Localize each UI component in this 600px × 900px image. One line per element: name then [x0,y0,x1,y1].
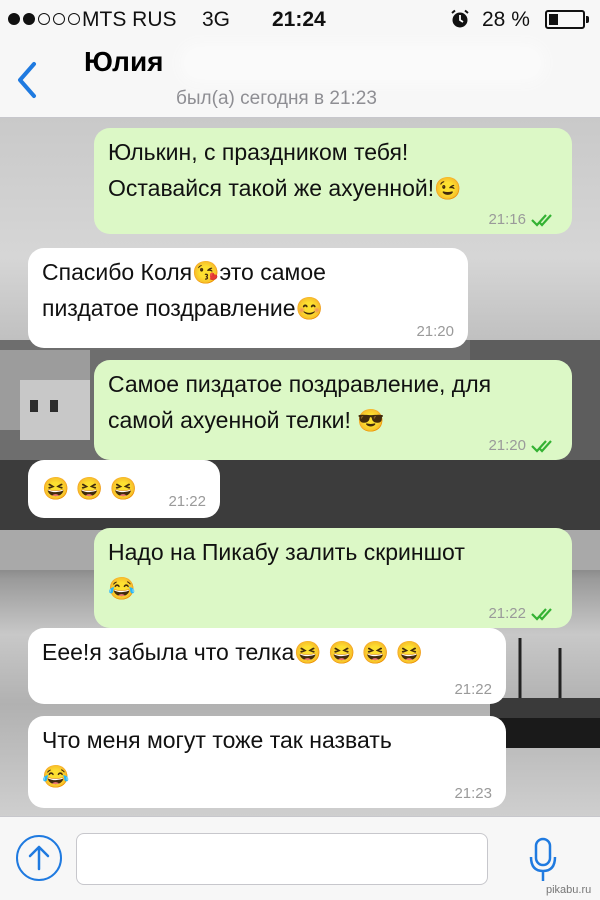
redacted-surname [185,48,540,78]
double-check-icon [531,608,552,621]
message-time: 21:22 [454,681,492,698]
battery-level [549,14,558,25]
chevron-left-icon[interactable] [14,60,40,100]
message-text: Что меня могут тоже так назвать [42,727,392,753]
battery-icon [545,10,589,29]
message-text: Самое пиздатое поздравление, для [108,371,492,397]
message-text: Надо на Пикабу залить скриншот [108,539,465,565]
incoming-message[interactable]: Что меня могут тоже так назвать 😂 21:23 [28,716,506,808]
sunglasses-face-emoji: 😎 [357,408,385,433]
message-input-bar [0,816,600,900]
watermark: pikabu.ru [546,884,592,896]
message-text: пиздатое поздравление [42,295,296,321]
double-check-icon [531,214,552,227]
signal-dot [38,13,50,25]
contact-name[interactable]: Юлия [84,46,164,78]
message-time: 21:23 [454,785,492,802]
laughing-face-emoji: 😆 [395,640,424,665]
message-text: Спасибо Коля [42,259,193,285]
laughing-face-emoji: 😆 [109,476,137,501]
attach-button[interactable] [16,835,62,881]
kissing-face-emoji: 😘 [192,260,220,285]
microphone-icon[interactable] [528,835,558,885]
message-time: 21:22 [488,605,526,622]
incoming-message[interactable]: 😆 😆 😆 21:22 [28,460,220,518]
signal-dot [53,13,65,25]
incoming-message[interactable]: Спасибо Коля😘это самое пиздатое поздравл… [28,248,468,348]
signal-dot [8,13,20,25]
message-text: Оставайся такой же ахуенной! [108,175,435,201]
status-time: 21:24 [272,8,326,31]
message-meta: 21:22 [454,682,492,698]
chat-header: Юлия был(а) сегодня в 21:23 [0,38,600,118]
double-check-icon [531,440,552,453]
message-meta: 21:22 [488,606,558,622]
message-meta: 21:16 [488,212,558,228]
message-text: Юлькин, с праздником тебя! [108,139,409,165]
message-input[interactable] [76,833,488,885]
status-bar: MTS RUS 3G 21:24 28 % [0,0,600,38]
last-seen-status: был(а) сегодня в 21:23 [176,88,377,109]
battery-percent: 28 % [482,8,530,31]
message-time: 21:16 [488,211,526,228]
message-meta: 21:23 [454,786,492,802]
outgoing-message[interactable]: Надо на Пикабу залить скриншот 😂 21:22 [94,528,572,628]
laughing-face-emoji: 😆 [75,476,104,501]
tears-of-joy-emoji: 😂 [42,764,70,789]
laughing-face-emoji: 😆 [361,640,390,665]
network-type: 3G [202,8,231,31]
message-time: 21:22 [168,493,206,510]
incoming-message[interactable]: Еее!я забыла что телка😆 😆 😆 😆 21:22 [28,628,506,704]
signal-dot [68,13,80,25]
laughing-face-emoji: 😆 [42,476,70,501]
message-time: 21:20 [416,323,454,340]
signal-strength-icon [8,13,80,25]
signal-dot [23,13,35,25]
laughing-face-emoji: 😆 [328,640,356,665]
chat-area[interactable]: Юлькин, с праздником тебя! Оставайся так… [0,118,600,816]
tears-of-joy-emoji: 😂 [108,576,136,601]
arrow-up-circle-icon [28,845,50,871]
outgoing-message[interactable]: Юлькин, с праздником тебя! Оставайся так… [94,128,572,234]
alarm-clock-icon [451,9,469,28]
message-meta: 21:22 [168,494,206,510]
laughing-face-emoji: 😆 [294,640,322,665]
message-text: Еее!я забыла что телка [42,639,295,665]
message-meta: 21:20 [488,438,558,454]
message-meta: 21:20 [416,324,454,340]
message-time: 21:20 [488,437,526,454]
outgoing-message[interactable]: Самое пиздатое поздравление, для самой а… [94,360,572,460]
carrier-name: MTS RUS [82,8,177,31]
message-text: это самое [219,259,326,285]
winking-face-emoji: 😉 [434,176,462,201]
message-text: самой ахуенной телки! [108,407,351,433]
smiling-face-emoji: 😊 [295,296,323,321]
